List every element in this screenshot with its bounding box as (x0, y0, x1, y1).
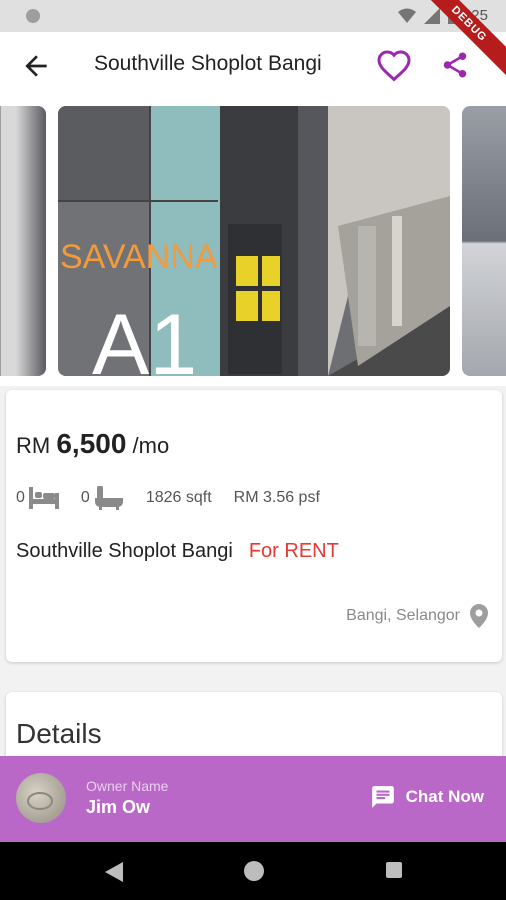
bathtub-icon (94, 486, 123, 510)
system-nav-bar (0, 842, 506, 900)
price-currency: RM (16, 433, 51, 458)
bathrooms: 0 (81, 486, 124, 510)
owner-label: Owner Name (86, 778, 169, 794)
location-text: Bangi, Selangor (346, 607, 460, 624)
listing-summary-card: RM 6,500 /mo 0 0 1826 sqft RM 3.56 psf S… (6, 390, 502, 662)
chat-icon (371, 786, 394, 808)
owner-avatar[interactable] (16, 773, 66, 823)
gallery-photo-next[interactable] (462, 106, 506, 376)
photo-gallery[interactable]: SAVANNA A1 (0, 98, 506, 386)
price-amount: 6,500 (56, 428, 127, 459)
specs-row: 0 0 1826 sqft RM 3.56 psf (16, 486, 342, 510)
favorite-heart-icon[interactable] (376, 49, 412, 85)
page-title: Southville Shoplot Bangi (94, 52, 322, 75)
owner-name: Jim Ow (86, 797, 151, 817)
price-period: /mo (132, 433, 170, 458)
chat-now-button[interactable]: Chat Now (370, 784, 484, 810)
wifi-icon (398, 8, 416, 23)
signal-icon (424, 8, 440, 24)
sign-savanna-text: SAVANNA (60, 238, 218, 276)
gallery-photo-previous[interactable] (0, 106, 46, 376)
details-heading: Details (16, 718, 102, 749)
location-pin-icon (470, 604, 488, 628)
notification-dot-icon (26, 9, 40, 23)
floor-area: 1826 sqft (145, 489, 212, 506)
app-bar: Southville Shoplot Bangi (0, 32, 506, 98)
owner-bar: Owner Name Jim Ow Chat Now (0, 756, 506, 842)
chat-now-label: Chat Now (405, 787, 484, 806)
status-bar: 8:25 (0, 0, 506, 32)
listing-name: Southville Shoplot Bangi (16, 540, 233, 562)
bed-icon (28, 487, 59, 509)
price: RM 6,500 /mo (16, 428, 169, 460)
price-per-sqft: RM 3.56 psf (233, 489, 320, 506)
gallery-photo-main[interactable]: SAVANNA A1 (58, 106, 450, 376)
nav-home-icon[interactable] (244, 861, 264, 881)
bedrooms-count: 0 (16, 489, 25, 506)
back-arrow-icon[interactable] (20, 50, 52, 82)
bathrooms-count: 0 (80, 489, 90, 506)
bedrooms: 0 (16, 487, 59, 509)
share-icon[interactable] (440, 50, 470, 80)
listing-type: For RENT (248, 540, 339, 562)
listing-title-row: Southville Shoplot Bangi For RENT (16, 540, 339, 563)
sign-unit-text: A1 (92, 297, 197, 376)
location[interactable]: Bangi, Selangor (346, 604, 488, 628)
nav-back-icon[interactable] (105, 862, 123, 882)
nav-recents-icon[interactable] (386, 862, 402, 878)
